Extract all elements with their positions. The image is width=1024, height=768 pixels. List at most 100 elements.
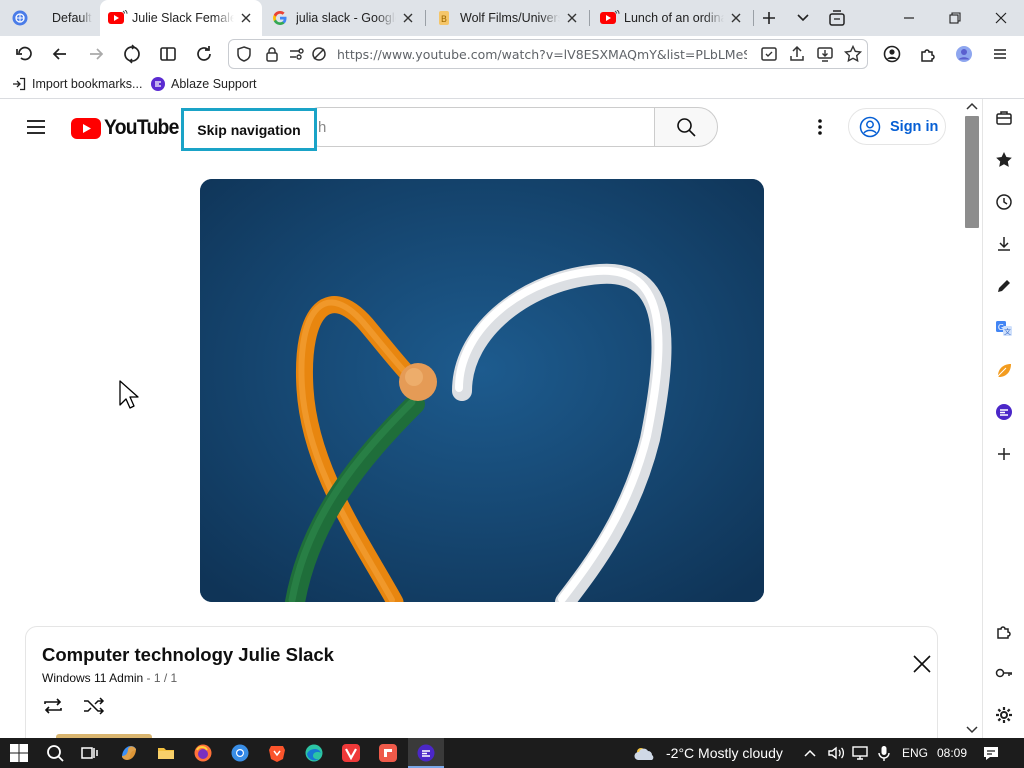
tracking-blocked-icon[interactable]	[309, 44, 329, 64]
bookmarks-star-icon[interactable]	[994, 150, 1014, 170]
url-text[interactable]: https://www.youtube.com/watch?v=lV8ESXMA…	[337, 47, 747, 62]
playlist-panel: Computer technology Julie Slack Windows …	[25, 626, 938, 738]
key-icon[interactable]	[994, 663, 1014, 683]
scroll-up-icon[interactable]	[966, 101, 978, 111]
lock-icon[interactable]	[262, 44, 282, 64]
tab-google-search[interactable]: julia slack - Google S	[264, 0, 424, 36]
translate-icon[interactable]: G文	[994, 318, 1014, 338]
leaf-extension-icon[interactable]	[994, 360, 1014, 380]
mouse-cursor-icon	[119, 380, 141, 412]
menu-icon[interactable]	[990, 44, 1010, 64]
capture-icon[interactable]	[759, 44, 779, 64]
video-frame	[200, 179, 764, 602]
tab-strip: Default Julie Slack Female V julia slack…	[0, 0, 1024, 36]
install-app-icon[interactable]	[815, 44, 835, 64]
task-view-icon[interactable]	[80, 743, 100, 763]
playlist-title[interactable]: Computer technology Julie Slack	[42, 644, 334, 666]
shield-icon[interactable]	[234, 44, 254, 64]
file-explorer-icon[interactable]	[156, 743, 176, 763]
add-panel-icon[interactable]	[994, 444, 1014, 464]
new-tab-icon[interactable]	[759, 8, 779, 28]
tab-title: Julie Slack Female V	[132, 11, 234, 25]
volume-icon[interactable]	[826, 743, 846, 763]
notifications-icon[interactable]	[981, 743, 1001, 763]
close-tab-icon[interactable]	[564, 10, 580, 26]
sign-in-label: Sign in	[890, 118, 939, 135]
network-icon[interactable]	[850, 743, 870, 763]
close-tab-icon[interactable]	[400, 10, 416, 26]
search-input[interactable]: h	[318, 119, 326, 136]
ablaze-panel-icon[interactable]	[994, 402, 1014, 422]
fast-forward-icon[interactable]	[122, 44, 142, 64]
chevron-down-icon[interactable]	[793, 8, 813, 28]
extensions-icon[interactable]	[918, 44, 938, 64]
bookmark-ablaze-support[interactable]: Ablaze Support	[151, 77, 256, 91]
browser-side-panel: G文	[982, 99, 1024, 738]
account-avatar-icon[interactable]	[954, 44, 974, 64]
sign-in-button[interactable]: Sign in	[848, 108, 946, 145]
clock-time[interactable]: 08:09	[937, 746, 967, 760]
chevron-up-icon[interactable]	[802, 743, 818, 763]
more-options-icon[interactable]	[810, 117, 830, 137]
tab-title: julia slack - Google S	[296, 11, 396, 25]
downloads-icon[interactable]	[994, 234, 1014, 254]
bookmark-import[interactable]: Import bookmarks...	[12, 77, 142, 91]
wallet-icon[interactable]	[994, 108, 1014, 128]
back-icon[interactable]	[50, 44, 70, 64]
restore-icon[interactable]	[945, 8, 965, 28]
scroll-down-icon[interactable]	[966, 725, 978, 735]
weather-text[interactable]: -2°C Mostly cloudy	[666, 745, 783, 761]
close-window-icon[interactable]	[991, 8, 1011, 28]
minimize-icon[interactable]	[899, 8, 919, 28]
firefox-icon[interactable]	[193, 743, 213, 763]
ablaze-taskbar-icon	[416, 743, 436, 763]
hamburger-menu-icon[interactable]	[26, 117, 46, 137]
panel-toggle-icon[interactable]	[158, 44, 178, 64]
search-box[interactable]	[300, 107, 655, 147]
settings-gear-icon[interactable]	[994, 705, 1014, 725]
address-bar[interactable]: https://www.youtube.com/watch?v=lV8ESXMA…	[228, 39, 868, 69]
page-scrollbar[interactable]	[962, 99, 981, 738]
scroll-thumb[interactable]	[965, 116, 979, 228]
vivaldi-globe-icon	[12, 10, 28, 26]
tab-julie-slack[interactable]: Julie Slack Female V	[100, 0, 262, 36]
profile-circle-icon[interactable]	[882, 44, 902, 64]
red-app-icon[interactable]	[378, 743, 398, 763]
tab-default[interactable]: Default	[4, 0, 100, 36]
tab-separator	[753, 10, 754, 26]
search-taskbar-icon[interactable]	[45, 743, 65, 763]
edge-icon[interactable]	[304, 743, 324, 763]
close-tab-icon[interactable]	[728, 10, 744, 26]
windows-start-icon[interactable]	[9, 743, 29, 763]
bookmark-star-icon[interactable]	[843, 44, 863, 64]
loop-playlist-icon[interactable]	[41, 695, 65, 717]
tab-lunch-ordinary[interactable]: Lunch of an ordinar	[592, 0, 752, 36]
share-icon[interactable]	[787, 44, 807, 64]
forward-icon[interactable]	[86, 44, 106, 64]
site-settings-icon[interactable]	[287, 44, 307, 64]
search-button[interactable]	[654, 107, 718, 147]
playlist-subtitle: Windows 11 Admin - 1 / 1	[42, 671, 177, 685]
video-player[interactable]	[200, 179, 764, 602]
microphone-icon[interactable]	[874, 743, 894, 763]
history-clock-icon[interactable]	[994, 192, 1014, 212]
vivaldi-icon[interactable]	[341, 743, 361, 763]
skip-navigation-button[interactable]: Skip navigation	[181, 108, 317, 151]
tab-stack-icon[interactable]	[827, 8, 847, 28]
tab-wolf-films[interactable]: B Wolf Films/Universa	[428, 0, 588, 36]
shuffle-icon[interactable]	[82, 695, 106, 717]
active-app-highlight[interactable]	[408, 738, 444, 768]
brave-icon[interactable]	[267, 743, 287, 763]
youtube-logo[interactable]: YouTube	[71, 116, 185, 140]
panel-extensions-icon[interactable]	[994, 621, 1014, 641]
notes-pencil-icon[interactable]	[994, 276, 1014, 296]
playlist-owner[interactable]: Windows 11 Admin	[42, 671, 143, 685]
cloudy-weather-icon[interactable]	[632, 743, 658, 763]
close-tab-icon[interactable]	[238, 10, 254, 26]
copilot-icon[interactable]	[119, 743, 139, 763]
reload-icon[interactable]	[194, 44, 214, 64]
rewind-icon[interactable]	[14, 44, 34, 64]
close-playlist-icon[interactable]	[911, 653, 933, 675]
chrome-icon[interactable]	[230, 743, 250, 763]
language-indicator[interactable]: ENG	[902, 746, 928, 760]
